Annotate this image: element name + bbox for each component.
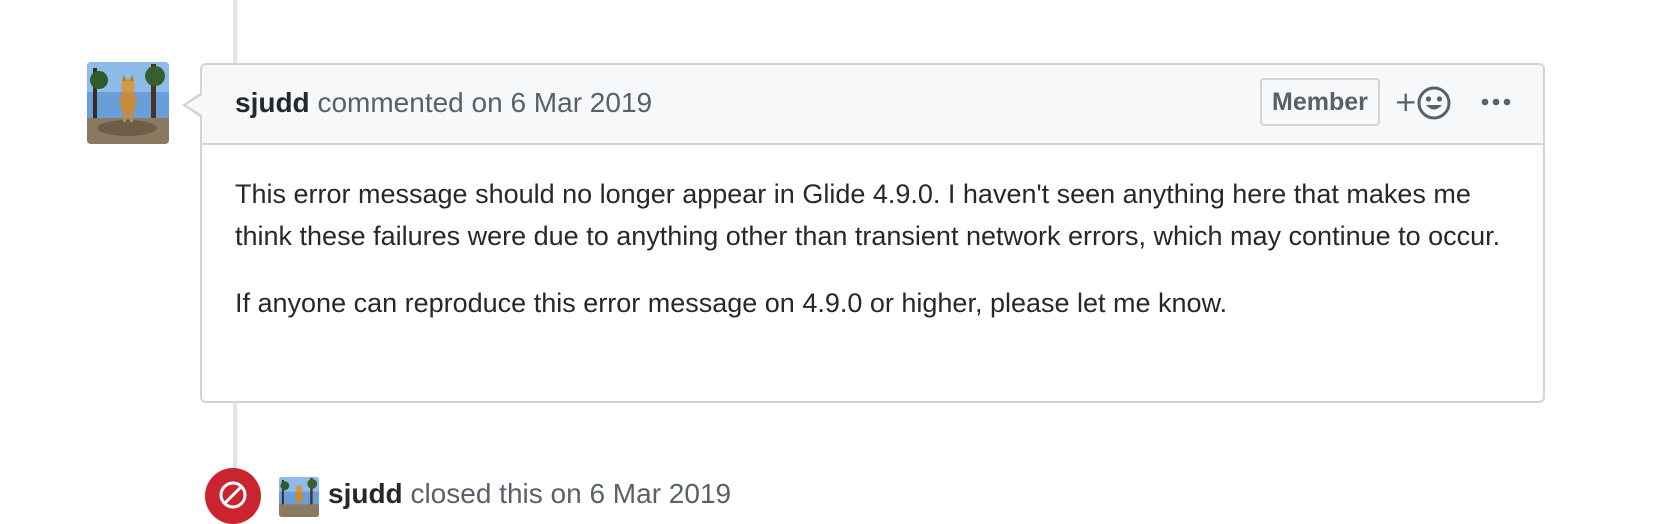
kebab-horizontal-icon — [1481, 98, 1511, 106]
event-avatar[interactable] — [279, 477, 319, 517]
comment-box: sjudd commented on 6 Mar 2019 Member + T… — [182, 63, 1545, 403]
comment-header-text: sjudd commented on 6 Mar 2019 — [235, 85, 652, 121]
more-options-button[interactable] — [1480, 91, 1512, 113]
avatar[interactable] — [87, 62, 169, 144]
comment-header: sjudd commented on 6 Mar 2019 Member + — [186, 65, 1543, 145]
event-action-text: closed this on — [410, 478, 582, 509]
avatar-image — [279, 477, 319, 517]
closed-event-text: sjudd closed this on 6 Mar 2019 — [328, 476, 731, 512]
comment-paragraph: This error message should no longer appe… — [235, 179, 1501, 251]
comment-body: This error message should no longer appe… — [235, 173, 1515, 349]
comment-pointer-fill — [186, 95, 202, 115]
closed-issue-icon — [219, 481, 247, 509]
comment-author-link[interactable]: sjudd — [235, 87, 310, 118]
reaction-plus-label: + — [1394, 85, 1418, 118]
smiley-icon — [1417, 86, 1451, 120]
member-badge: Member — [1260, 78, 1380, 126]
add-reaction-button[interactable]: + — [1394, 83, 1452, 123]
comment-action-text: commented on — [317, 87, 503, 118]
event-author-link[interactable]: sjudd — [328, 478, 403, 509]
avatar-image — [87, 62, 169, 144]
comment-paragraph: If anyone can reproduce this error messa… — [235, 288, 1228, 318]
comment-date-link[interactable]: 6 Mar 2019 — [510, 87, 652, 118]
event-date-link[interactable]: 6 Mar 2019 — [589, 478, 731, 509]
